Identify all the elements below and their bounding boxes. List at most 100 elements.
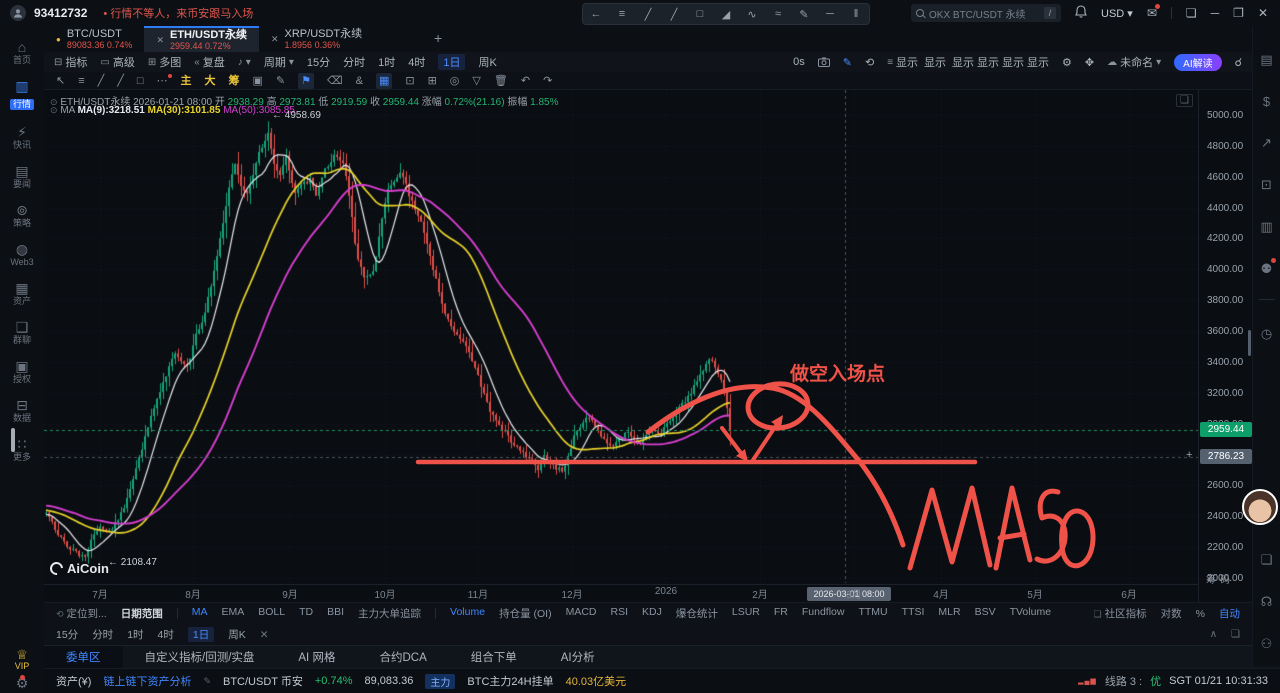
price-alert-icon[interactable]: $ — [1263, 94, 1270, 109]
sidebar-item-vip[interactable]: ♕ VIP — [15, 648, 30, 671]
sidebar-item[interactable]: ▣ 授权 — [0, 359, 44, 385]
symbol-tab[interactable]: ✕ ETH/USDT永续 2959.44 0.72% — [144, 26, 259, 52]
drawing-tool-icon[interactable]: ✎ — [276, 73, 285, 89]
sub-indicator-button[interactable]: 爆仓统计 — [676, 606, 718, 621]
line-label[interactable]: 线路 3 : — [1105, 673, 1142, 689]
history-clock-icon[interactable]: ◷ — [1261, 326, 1272, 342]
sidebar-item[interactable]: ▤ 要闻 — [0, 164, 44, 190]
timeframe-button[interactable]: 1日 — [438, 54, 466, 70]
tab-prefix-icon[interactable]: ✕ — [156, 35, 164, 46]
tab-prefix-icon[interactable]: ● — [56, 35, 61, 44]
overlay-indicator-button[interactable]: MA — [192, 606, 208, 621]
watchlist-icon[interactable]: ▤ — [1260, 52, 1272, 68]
timeframe-button[interactable]: 分时 — [343, 54, 365, 70]
refresh-icon[interactable]: ⟲ — [865, 56, 874, 69]
search-input[interactable]: OKX BTC/USDT 永续 / — [911, 4, 1061, 22]
drawing-tool-icon[interactable]: ↖ — [56, 73, 65, 89]
draw-tool-icon[interactable]: ◢ — [713, 8, 739, 21]
collapse-circle-icon[interactable]: ⊙ — [50, 105, 58, 115]
locate-button[interactable]: ⟲ 定位到... — [56, 606, 107, 621]
bottom-panel-tab[interactable]: AI 网格 — [276, 646, 357, 668]
sidebar-item[interactable]: ❑ 群聊 — [0, 320, 44, 346]
sidebar-item[interactable]: ∷ 更多 — [0, 437, 44, 463]
main-force-badge[interactable]: 主力 — [425, 673, 456, 689]
minimize-button[interactable]: ─ — [1211, 6, 1220, 20]
draw-tool-icon[interactable]: ← — [583, 8, 609, 20]
drawing-tool-icon[interactable]: 筹 — [229, 73, 240, 89]
chip-distribution-toggle[interactable]: 筹码 — [1206, 571, 1234, 586]
drawing-tool-icon[interactable]: ↶ — [521, 73, 530, 89]
overlay-indicator-button[interactable]: BBI — [327, 606, 344, 621]
ai-robot-icon[interactable]: ⚉ — [1261, 258, 1276, 277]
drawing-tool-icon[interactable]: ⚑ — [298, 72, 315, 89]
draw-tool-icon[interactable]: ╱ — [661, 8, 687, 21]
monitor-icon[interactable]: ⊡ — [1261, 177, 1272, 193]
sidebar-item[interactable]: ▥ 行情 — [0, 79, 44, 112]
timeframe-button[interactable]: 周K — [478, 54, 496, 70]
bottom-panel-tab[interactable]: 合约DCA — [357, 646, 448, 668]
drawing-tool-icon[interactable]: ⌫ — [327, 73, 343, 89]
overlay-indicator-button[interactable]: TD — [299, 606, 313, 621]
sidebar-item[interactable]: ⚡ 快讯 — [0, 125, 44, 151]
overlay-indicator-button[interactable]: EMA — [221, 606, 244, 621]
sub-indicator-button[interactable]: KDJ — [642, 606, 662, 621]
maximize-button[interactable]: ❐ — [1233, 6, 1244, 20]
mail-icon[interactable]: ✉ — [1147, 4, 1160, 20]
drawing-tool-icon[interactable]: ▽ — [472, 73, 480, 89]
kline-compare-icon[interactable]: ▥ — [1260, 219, 1272, 235]
drawing-tool-icon[interactable]: 主 — [181, 73, 192, 89]
axis-plus-icon[interactable]: + — [1186, 449, 1192, 461]
bottom-panel-tab[interactable]: 委单区 — [44, 646, 123, 668]
date-range-button[interactable]: 日期范围 — [121, 606, 163, 621]
collapse-panel-icon[interactable]: ∧ — [1210, 629, 1217, 640]
customer-service-headset-icon[interactable]: ☊ — [1261, 594, 1273, 610]
auto-scale-toggle[interactable]: 自动 — [1219, 606, 1240, 621]
drawing-tool-icon[interactable]: ◎ — [450, 73, 460, 89]
currency-selector[interactable]: USD ▾ — [1101, 7, 1133, 20]
add-tab-button[interactable]: + — [420, 30, 456, 46]
price-axis[interactable]: 5000.00 4800.00 4600.00 4400.00 4200.00 4000.… — [1198, 90, 1252, 602]
draw-tool-icon[interactable]: ≈ — [765, 8, 791, 20]
share-icon[interactable]: ☌ — [1235, 56, 1242, 69]
drawing-tool-icon[interactable]: ▣ — [253, 73, 263, 89]
edit-icon[interactable]: ✎ — [203, 676, 211, 687]
timeframe-button[interactable]: 1日 — [187, 627, 215, 642]
drawing-tool-icon[interactable]: & — [356, 73, 363, 89]
settings-gear-icon[interactable]: ⚙ — [1062, 56, 1072, 69]
drawing-tool-icon[interactable]: ⋯ — [157, 73, 172, 89]
timeframe-button[interactable]: 4时 — [408, 54, 425, 70]
drawing-tool-icon[interactable]: 大 — [205, 73, 216, 89]
timeframe-button[interactable]: 4时 — [158, 627, 174, 642]
sub-indicator-button[interactable]: LSUR — [732, 606, 760, 621]
close-button[interactable]: ✕ — [1258, 6, 1268, 20]
sub-indicator-button[interactable]: TTMU — [858, 606, 887, 621]
bottom-panel-tab[interactable]: 自定义指标/回测/实盘 — [123, 646, 277, 668]
percent-scale-toggle[interactable]: % — [1196, 608, 1205, 620]
overlay-indicator-button[interactable]: 主力大单追踪 — [358, 606, 421, 621]
marquee-notice[interactable]: 行情不等人，来币安跟马入场 — [103, 5, 253, 21]
plot-expand-icon[interactable]: ❏ — [1176, 94, 1193, 107]
drawing-tool-icon[interactable]: ╱ — [98, 73, 105, 89]
notification-bell-icon[interactable] — [1075, 5, 1087, 21]
sub-indicator-button[interactable]: MACD — [566, 606, 597, 621]
axis-scrollbar[interactable] — [1248, 330, 1251, 356]
candlestick-chart-canvas[interactable] — [44, 90, 1198, 602]
sub-indicator-button[interactable]: TTSI — [902, 606, 925, 621]
new-window-icon[interactable]: ❏ — [1186, 6, 1197, 20]
assets-label[interactable]: 资产(¥) — [56, 673, 91, 689]
replay-menu[interactable]: «复盘 — [194, 54, 225, 70]
draw-pencil-icon[interactable]: ✎ — [843, 56, 852, 69]
draw-tool-icon[interactable]: ∿ — [739, 8, 765, 21]
log-scale-toggle[interactable]: 对数 — [1161, 606, 1182, 621]
chain-assets-link[interactable]: 链上链下资产分析 — [103, 673, 191, 689]
drawing-tool-icon[interactable]: ⊡ — [405, 73, 414, 89]
overlay-indicator-button[interactable]: BOLL — [258, 606, 285, 621]
timeframe-button[interactable]: 1时 — [127, 627, 143, 642]
sub-indicator-button[interactable]: BSV — [975, 606, 996, 621]
sub-indicator-button[interactable]: TVolume — [1010, 606, 1051, 621]
sidebar-item[interactable]: ⊚ 策略 — [0, 203, 44, 229]
draw-tool-icon[interactable]: ≡ — [609, 8, 635, 20]
draw-tool-icon[interactable]: ─ — [817, 8, 843, 20]
fullscreen-icon[interactable]: ✥ — [1085, 56, 1094, 69]
layout-selector[interactable]: ☁ 未命名 ▾ — [1107, 54, 1161, 70]
